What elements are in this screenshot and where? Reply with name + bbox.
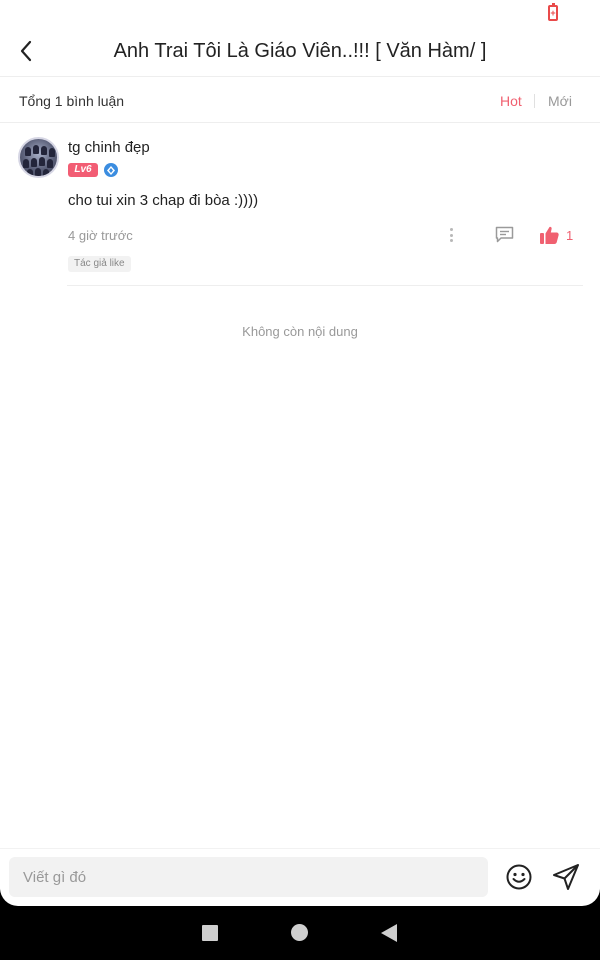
comment-divider (67, 285, 583, 286)
gem-icon (104, 163, 118, 177)
comment-composer (0, 848, 600, 906)
chevron-left-icon (20, 40, 32, 62)
system-navigation-bar (0, 906, 600, 960)
reply-icon[interactable] (495, 226, 514, 243)
smiley-icon[interactable] (505, 863, 533, 891)
like-count: 1 (566, 228, 574, 243)
avatar[interactable] (18, 137, 59, 178)
home-icon[interactable] (291, 924, 308, 941)
comment-input[interactable] (9, 857, 488, 897)
recents-icon[interactable] (202, 925, 218, 941)
header: Anh Trai Tôi Là Giáo Viên..!!! [ Văn Hàm… (0, 26, 600, 76)
thumbs-up-icon[interactable] (540, 226, 559, 244)
comment-total: Tổng 1 bình luận (19, 93, 125, 109)
back-button[interactable] (12, 36, 40, 66)
more-options-icon[interactable] (444, 226, 458, 244)
back-icon[interactable] (381, 924, 397, 942)
battery-charging-icon: + (548, 3, 558, 21)
sort-hot-tab[interactable]: Hot (500, 93, 522, 109)
page-title: Anh Trai Tôi Là Giáo Viên..!!! [ Văn Hàm… (113, 40, 487, 62)
summary-divider (0, 122, 600, 123)
comment-username[interactable]: tg chinh đẹp (68, 139, 150, 156)
comment-time: 4 giờ trước (68, 228, 133, 243)
send-icon[interactable] (552, 863, 580, 891)
status-bar: + (0, 0, 600, 26)
comment-summary-bar: Tổng 1 bình luận Hot Mới (0, 77, 600, 122)
sort-new-tab[interactable]: Mới (548, 93, 572, 109)
author-liked-tag: Tác giả like (68, 256, 131, 272)
end-of-list-message: Không còn nội dung (242, 324, 358, 339)
sort-divider (534, 94, 535, 108)
level-badge: Lv6 (68, 163, 98, 177)
comments-screen: + Anh Trai Tôi Là Giáo Viên..!!! [ Văn H… (0, 0, 600, 906)
comment-text: cho tui xin 3 chap đi bòa :)))) (68, 192, 259, 209)
